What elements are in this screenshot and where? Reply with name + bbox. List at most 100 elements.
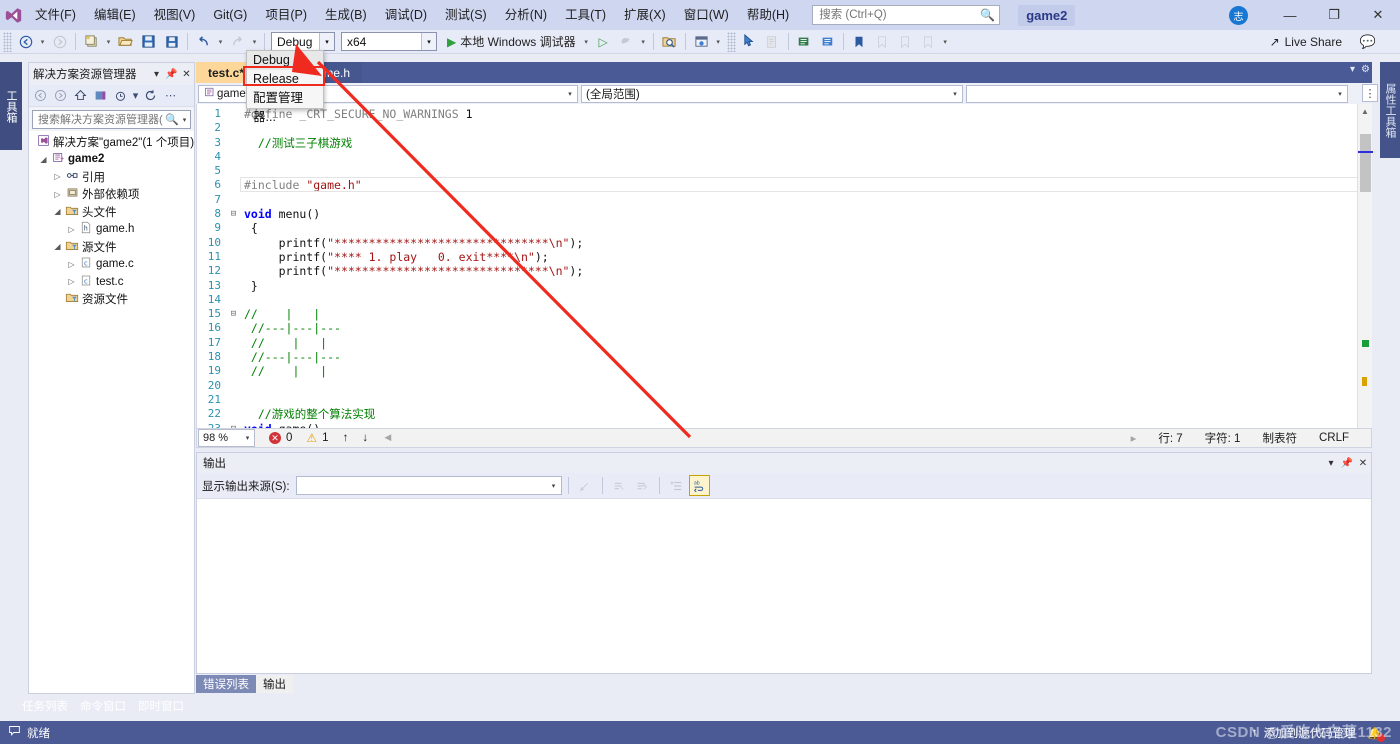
undo-dropdown-icon[interactable]: ▾ (215, 38, 226, 46)
close-icon[interactable]: ✕ (1355, 458, 1371, 469)
config-option-debug[interactable]: Debug (247, 51, 323, 70)
dock-tab-immediate-window[interactable]: 即时窗口 (138, 698, 184, 714)
solution-platform-combo[interactable]: x64 ▾ (341, 32, 437, 51)
tree-item-resource-files[interactable]: 资源文件 (29, 291, 194, 309)
dock-tab-command-window[interactable]: 命令窗口 (80, 698, 126, 714)
menu-item-edit[interactable]: 编辑(E) (85, 0, 145, 30)
menu-item-tools[interactable]: 工具(T) (556, 0, 615, 30)
menu-item-build[interactable]: 生成(B) (316, 0, 376, 30)
bottom-tab-output[interactable]: 输出 (256, 675, 293, 693)
close-icon[interactable]: ✕ (179, 69, 194, 80)
menu-item-project[interactable]: 项目(P) (256, 0, 316, 30)
redo-dropdown-icon[interactable]: ▾ (249, 38, 260, 46)
pin-icon[interactable]: 📌 (164, 69, 179, 80)
scrollbar-thumb[interactable] (1360, 134, 1371, 192)
output-source-combo[interactable]: ▾ (295, 476, 562, 495)
scroll-up-arrow-icon[interactable]: ▲ (1358, 104, 1372, 119)
hot-reload-dropdown-icon[interactable]: ▾ (638, 38, 649, 46)
menu-item-file[interactable]: 文件(F) (26, 0, 85, 30)
toolbar-overflow-icon[interactable]: ▾ (940, 38, 951, 46)
split-editor-icon[interactable]: ⋮ (1362, 84, 1378, 102)
error-count-indicator[interactable]: ✕ 0 (269, 432, 292, 444)
global-search-box[interactable]: 🔍 (812, 5, 1001, 25)
navigate-backward-icon[interactable] (15, 31, 36, 52)
solution-configuration-combo[interactable]: Debug ▾ (271, 32, 335, 51)
code-editor[interactable]: 1 #define _CRT_SECURE_NO_WARNINGS 123 //测… (196, 104, 1372, 447)
word-wrap-icon[interactable]: ab (688, 475, 710, 496)
back-icon[interactable] (31, 86, 50, 105)
tree-item-header-files[interactable]: ◢ 头文件 (29, 203, 194, 221)
sync-with-active-document-icon[interactable] (91, 86, 110, 105)
toolbar-grip[interactable] (726, 31, 736, 52)
chevron-down-icon[interactable]: ▾ (1333, 90, 1347, 98)
forward-icon[interactable] (51, 86, 70, 105)
feedback-icon[interactable]: 💬 (1360, 34, 1376, 50)
menu-item-git[interactable]: Git(G) (204, 0, 256, 30)
tree-item-external-dependencies[interactable]: ▷ 外部依赖项 (29, 186, 194, 204)
navbar-scope-combo[interactable]: (全局范围) ▾ (581, 84, 963, 103)
window-layout-icon[interactable] (691, 31, 712, 52)
expander-icon[interactable]: ▷ (51, 172, 64, 181)
refresh-icon[interactable] (141, 86, 160, 105)
indent-icon[interactable] (794, 31, 815, 52)
open-file-icon[interactable] (115, 31, 136, 52)
tree-item-test-c[interactable]: ▷ c test.c (29, 273, 194, 291)
chevron-down-icon[interactable]: ▾ (421, 33, 436, 50)
menu-item-help[interactable]: 帮助(H) (738, 0, 798, 30)
dock-tab-task-list[interactable]: 任务列表 (22, 698, 68, 714)
config-option-release[interactable]: Release (247, 70, 323, 89)
collapse-region-icon[interactable]: ⊟ (227, 307, 240, 321)
toggle-bookmark-icon[interactable] (849, 31, 870, 52)
collapse-region-icon[interactable]: ⊟ (227, 207, 240, 221)
menu-item-window[interactable]: 窗口(W) (675, 0, 738, 30)
menu-item-debug[interactable]: 调试(D) (376, 0, 436, 30)
chevron-down-icon[interactable]: ▾ (563, 90, 577, 98)
navbar-member-combo[interactable]: ▾ (966, 84, 1348, 103)
notification-bell-icon[interactable]: 🔔 (1368, 726, 1385, 742)
expander-icon[interactable]: ▷ (65, 260, 78, 269)
tree-item-game-h[interactable]: ▷ h game.h (29, 221, 194, 239)
undo-icon[interactable] (193, 31, 214, 52)
save-all-icon[interactable] (161, 31, 182, 52)
gear-icon[interactable]: ⚙ (1361, 64, 1370, 75)
config-option-configuration-manager[interactable]: 配置管理器... (247, 89, 323, 124)
chevron-down-icon[interactable]: ▾ (319, 33, 334, 50)
maximize-button[interactable]: ❐ (1312, 0, 1356, 30)
overflow-icon[interactable]: ⋯ (161, 86, 180, 105)
solution-configuration-dropdown-menu[interactable]: Debug Release 配置管理器... (246, 50, 324, 124)
tree-item-references[interactable]: ▷ 引用 (29, 168, 194, 186)
pin-icon[interactable]: 📌 (1339, 458, 1355, 469)
start-without-debugging-icon[interactable]: ▷ (593, 31, 614, 52)
toolbox-dock-tab[interactable]: 工具箱 (0, 62, 22, 150)
menu-item-test[interactable]: 测试(S) (436, 0, 496, 30)
tree-item-solution[interactable]: 解决方案"game2"(1 个项目) (29, 133, 194, 151)
status-expander-icon[interactable]: ▸ (1131, 431, 1137, 445)
properties-toolbox-dock-tab[interactable]: 属性工具箱 (1380, 62, 1400, 158)
outdent-icon[interactable] (817, 31, 838, 52)
chevron-down-icon[interactable]: ▾ (547, 482, 561, 490)
toolbar-grip[interactable] (3, 31, 12, 52)
new-project-icon[interactable] (81, 31, 102, 52)
search-in-files-icon[interactable] (659, 31, 680, 52)
minimize-button[interactable]: — (1268, 0, 1312, 30)
chevron-down-icon[interactable]: ▾ (241, 434, 254, 442)
output-panel-body[interactable] (197, 499, 1371, 673)
zoom-level-combo[interactable]: 98 % ▾ (198, 429, 255, 447)
home-icon[interactable] (71, 86, 90, 105)
debug-target-dropdown-icon[interactable]: ▾ (581, 38, 592, 46)
expander-icon[interactable]: ▷ (65, 277, 78, 286)
solution-explorer-search-input[interactable] (36, 112, 166, 127)
chevron-down-icon[interactable]: ▾ (1350, 64, 1355, 75)
bottom-tab-error-list[interactable]: 错误列表 (196, 675, 256, 693)
expander-icon[interactable]: ◢ (51, 242, 64, 251)
solution-explorer-search-box[interactable]: 🔍 ▾ (32, 110, 191, 129)
expander-icon[interactable]: ◢ (51, 207, 64, 216)
menu-item-analyze[interactable]: 分析(N) (496, 0, 556, 30)
tree-item-game-c[interactable]: ▷ c game.c (29, 256, 194, 274)
expander-icon[interactable]: ▷ (51, 190, 64, 199)
live-share-button[interactable]: ↗ Live Share (1270, 32, 1342, 52)
expander-icon[interactable]: ◢ (37, 155, 50, 164)
pointer-select-icon[interactable] (739, 31, 760, 52)
chevron-down-icon[interactable]: ▾ (131, 86, 140, 105)
previous-issue-button[interactable]: ↑ (343, 432, 349, 444)
